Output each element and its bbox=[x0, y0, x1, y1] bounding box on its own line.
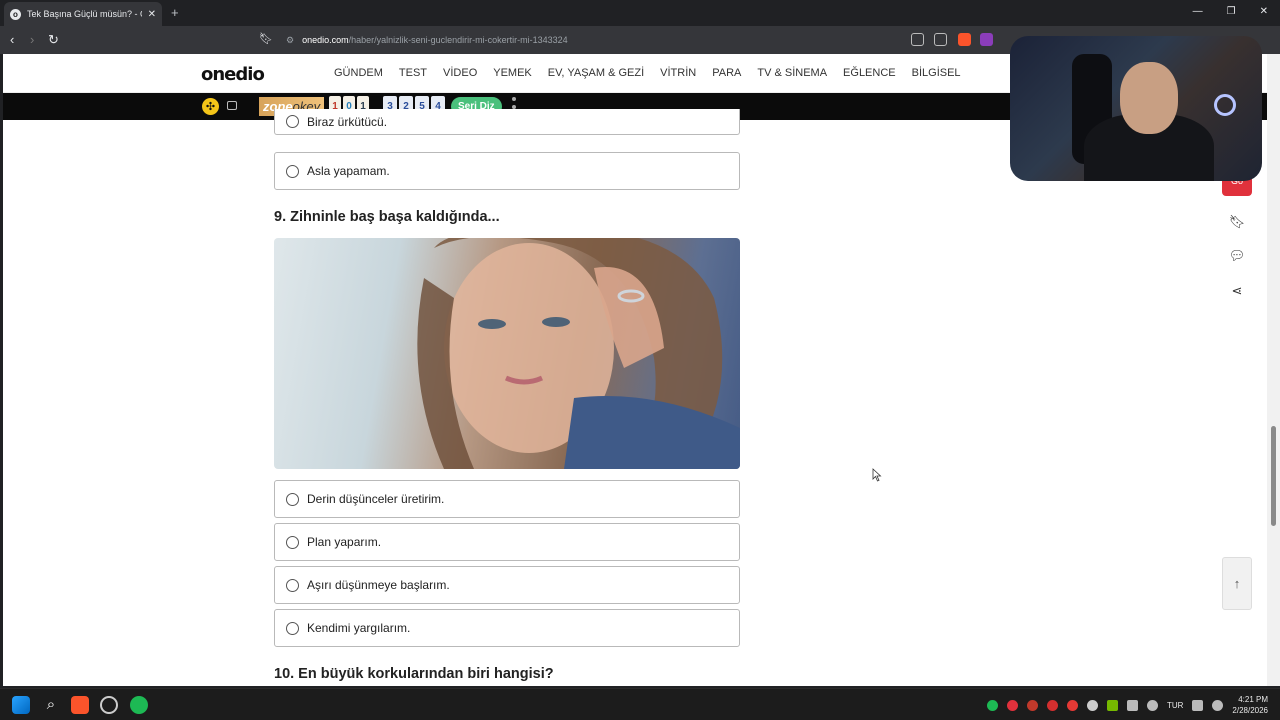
nav-bilgisel[interactable]: BİLGİSEL bbox=[912, 67, 961, 79]
nav-vitrin[interactable]: VİTRİN bbox=[660, 67, 696, 79]
tray-mic-icon[interactable] bbox=[1046, 699, 1058, 711]
scroll-to-top-button[interactable]: ↑ bbox=[1222, 557, 1252, 610]
radio-button[interactable] bbox=[286, 164, 299, 178]
browser-tab[interactable]: o Tek Başına Güçlü müsün? - One ✕ bbox=[4, 2, 162, 26]
clock-time: 4:21 PM bbox=[1238, 695, 1268, 704]
page-scrollbar[interactable] bbox=[1267, 54, 1280, 686]
ad-toggle-icon[interactable] bbox=[227, 101, 237, 110]
search-icon[interactable]: ⌕ bbox=[42, 696, 60, 714]
site-info-icon[interactable]: ⚙ bbox=[286, 35, 294, 46]
forward-icon[interactable]: › bbox=[30, 32, 34, 47]
system-tray: TUR 4:21 PM 2/28/2026 bbox=[986, 694, 1268, 716]
answer-option[interactable]: Kendimi yargılarım. bbox=[274, 609, 740, 647]
webcam-overlay bbox=[1010, 36, 1262, 181]
reload-icon[interactable]: ↻ bbox=[48, 32, 59, 48]
option-label: Asla yapamam. bbox=[307, 164, 390, 178]
start-icon[interactable] bbox=[12, 696, 30, 714]
spotify-taskbar-icon[interactable] bbox=[130, 696, 148, 714]
scrollbar-thumb[interactable] bbox=[1271, 426, 1276, 526]
back-icon[interactable]: ‹ bbox=[10, 32, 14, 47]
nav-eglence[interactable]: EĞLENCE bbox=[843, 67, 896, 79]
nvidia-icon[interactable] bbox=[1106, 699, 1118, 711]
radio-button[interactable] bbox=[286, 115, 299, 128]
share-icon[interactable] bbox=[934, 33, 947, 46]
share-icon[interactable]: ⋖ bbox=[1222, 276, 1252, 306]
nav-gundem[interactable]: GÜNDEM bbox=[334, 67, 383, 79]
tray-app-icon[interactable] bbox=[1006, 699, 1018, 711]
url-domain: onedio.com bbox=[302, 35, 349, 45]
volume-icon[interactable] bbox=[1212, 699, 1224, 711]
nav-video[interactable]: VİDEO bbox=[443, 67, 477, 79]
bookmark-icon[interactable]: 🔖︎ bbox=[259, 32, 273, 45]
cast-icon[interactable] bbox=[911, 33, 924, 46]
nav-test[interactable]: TEST bbox=[399, 67, 427, 79]
tray-app-icon[interactable] bbox=[1086, 699, 1098, 711]
spotify-tray-icon[interactable] bbox=[986, 699, 998, 711]
question-image bbox=[274, 238, 740, 469]
network-icon[interactable] bbox=[1192, 699, 1204, 711]
clock[interactable]: 4:21 PM 2/28/2026 bbox=[1232, 694, 1268, 716]
option-label: Derin düşünceler üretirim. bbox=[307, 492, 445, 506]
question-title: 10. En büyük korkularından biri hangisi? bbox=[274, 666, 554, 682]
radio-button[interactable] bbox=[286, 535, 299, 549]
clock-date: 2/28/2026 bbox=[1232, 706, 1268, 715]
webcam-person-head bbox=[1120, 62, 1178, 134]
usb-icon[interactable] bbox=[1126, 699, 1138, 711]
question-title: 9. Zihninle baş başa kaldığında... bbox=[274, 209, 500, 225]
option-label: Plan yaparım. bbox=[307, 535, 382, 549]
brave-shields-icon[interactable] bbox=[958, 33, 971, 46]
app-taskbar-icon[interactable] bbox=[100, 696, 118, 714]
window-controls: — ❐ ✕ bbox=[1193, 6, 1268, 17]
nav-ev-yasam-gezi[interactable]: EV, YAŞAM & GEZİ bbox=[548, 67, 644, 79]
answer-option[interactable]: Asla yapamam. bbox=[274, 152, 740, 190]
tray-app-icon[interactable] bbox=[1066, 699, 1078, 711]
url-path: /haber/yalnizlik-seni-guclendirir-mi-cok… bbox=[348, 35, 568, 45]
answer-option[interactable]: Aşırı düşünmeye başlarım. bbox=[274, 566, 740, 604]
new-tab-icon[interactable]: + bbox=[171, 5, 179, 20]
restore-icon[interactable]: ❐ bbox=[1227, 6, 1236, 17]
radio-button[interactable] bbox=[286, 492, 299, 506]
language-indicator[interactable]: TUR bbox=[1167, 701, 1183, 710]
tab-title: Tek Başına Güçlü müsün? - One bbox=[27, 9, 142, 19]
tab-favicon: o bbox=[10, 8, 21, 20]
option-label: Kendimi yargılarım. bbox=[307, 621, 411, 635]
mouse-cursor bbox=[872, 468, 882, 487]
minimize-icon[interactable]: — bbox=[1193, 6, 1203, 17]
microphone-icon[interactable] bbox=[1146, 699, 1158, 711]
close-window-icon[interactable]: ✕ bbox=[1260, 6, 1268, 17]
answer-option[interactable]: Plan yaparım. bbox=[274, 523, 740, 561]
url-text: onedio.com/haber/yalnizlik-seni-guclendi… bbox=[302, 35, 568, 45]
brave-rewards-icon[interactable] bbox=[980, 33, 993, 46]
site-logo[interactable]: onedio bbox=[201, 64, 265, 85]
browser-tabbar: o Tek Başına Güçlü müsün? - One ✕ + — ❐ … bbox=[0, 0, 1280, 26]
comments-icon[interactable]: 💬︎ bbox=[1222, 241, 1252, 271]
answer-option[interactable]: Biraz ürkütücü. bbox=[274, 109, 740, 135]
radio-button[interactable] bbox=[286, 621, 299, 635]
save-bookmark-icon[interactable]: 🔖︎ bbox=[1222, 207, 1252, 237]
webcam-ring-light bbox=[1214, 94, 1236, 116]
ad-game-icon[interactable]: ✣ bbox=[202, 98, 219, 115]
tab-close-icon[interactable]: ✕ bbox=[148, 9, 156, 20]
radio-button[interactable] bbox=[286, 578, 299, 592]
nav-yemek[interactable]: YEMEK bbox=[493, 67, 532, 79]
answer-option[interactable]: Derin düşünceler üretirim. bbox=[274, 480, 740, 518]
nav-para[interactable]: PARA bbox=[712, 67, 741, 79]
option-label: Aşırı düşünmeye başlarım. bbox=[307, 578, 450, 592]
brave-taskbar-icon[interactable] bbox=[71, 696, 89, 714]
question-photo bbox=[417, 238, 740, 469]
windows-taskbar: ⌕ TUR 4:21 PM 2/28/2026 bbox=[0, 688, 1280, 720]
main-nav: GÜNDEM TEST VİDEO YEMEK EV, YAŞAM & GEZİ… bbox=[334, 67, 961, 79]
nav-tv-sinema[interactable]: TV & SİNEMA bbox=[757, 67, 827, 79]
address-bar[interactable]: ⚙ onedio.com/haber/yalnizlik-seni-guclen… bbox=[280, 30, 1000, 50]
tray-app-icon[interactable] bbox=[1026, 699, 1038, 711]
option-label: Biraz ürkütücü. bbox=[307, 114, 388, 129]
